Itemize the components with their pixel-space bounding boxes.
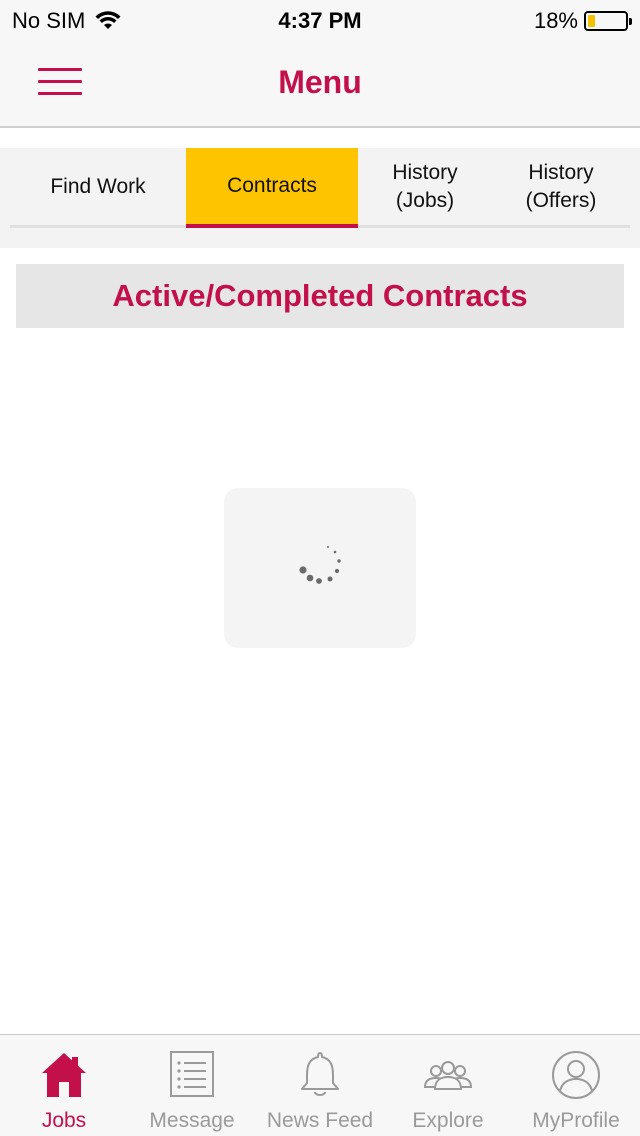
- battery-fill: [588, 15, 595, 27]
- tabbar-label: Jobs: [41, 1109, 87, 1132]
- tab-label-line1: History: [392, 160, 458, 184]
- tab-label-line1: History: [528, 160, 594, 184]
- tabbar-label: MyProfile: [532, 1109, 620, 1132]
- nav-bar: Menu: [0, 40, 640, 128]
- tab-label: Find Work: [50, 174, 146, 198]
- home-icon: [42, 1053, 86, 1097]
- bell-icon: [301, 1052, 339, 1096]
- status-right: 18%: [533, 8, 632, 34]
- tabbar-label: Message: [149, 1109, 235, 1132]
- spinner-icon: [299, 546, 341, 584]
- tab-history-jobs[interactable]: History (Jobs): [358, 148, 492, 225]
- tabbar-label: News Feed: [266, 1109, 374, 1132]
- segmented-tabs: Find Work Contracts History (Jobs) Histo…: [10, 148, 630, 228]
- tabs-area: Find Work Contracts History (Jobs) Histo…: [0, 148, 640, 248]
- tabbar-explore[interactable]: Explore: [384, 1035, 512, 1136]
- status-bar: No SIM 4:37 PM 18%: [0, 0, 640, 40]
- loading-indicator: [224, 488, 416, 648]
- tab-label-line2: (Jobs): [395, 188, 455, 212]
- battery-percent: 18%: [533, 8, 578, 33]
- tabbar-myprofile[interactable]: MyProfile: [512, 1035, 640, 1136]
- tab-label-line2: (Offers): [525, 188, 597, 212]
- tab-bar: Jobs Message News Feed Explore MyProfile: [0, 1034, 640, 1136]
- tabbar-news-feed[interactable]: News Feed: [256, 1035, 384, 1136]
- section-title: Active/Completed Contracts: [112, 278, 528, 313]
- tab-history-offers[interactable]: History (Offers): [492, 148, 630, 225]
- page-title: Menu: [278, 64, 362, 100]
- battery-icon: [584, 11, 632, 31]
- tabbar-message[interactable]: Message: [128, 1035, 256, 1136]
- tab-label: Contracts: [227, 174, 317, 197]
- section-header: Active/Completed Contracts: [16, 264, 624, 328]
- list-icon: [170, 1051, 214, 1097]
- people-icon: [423, 1061, 473, 1090]
- tabbar-label: Explore: [412, 1109, 484, 1132]
- profile-icon: [552, 1051, 600, 1099]
- tab-find-work[interactable]: Find Work: [10, 148, 186, 225]
- tabbar-jobs[interactable]: Jobs: [0, 1035, 128, 1136]
- tab-contracts[interactable]: Contracts: [186, 148, 358, 228]
